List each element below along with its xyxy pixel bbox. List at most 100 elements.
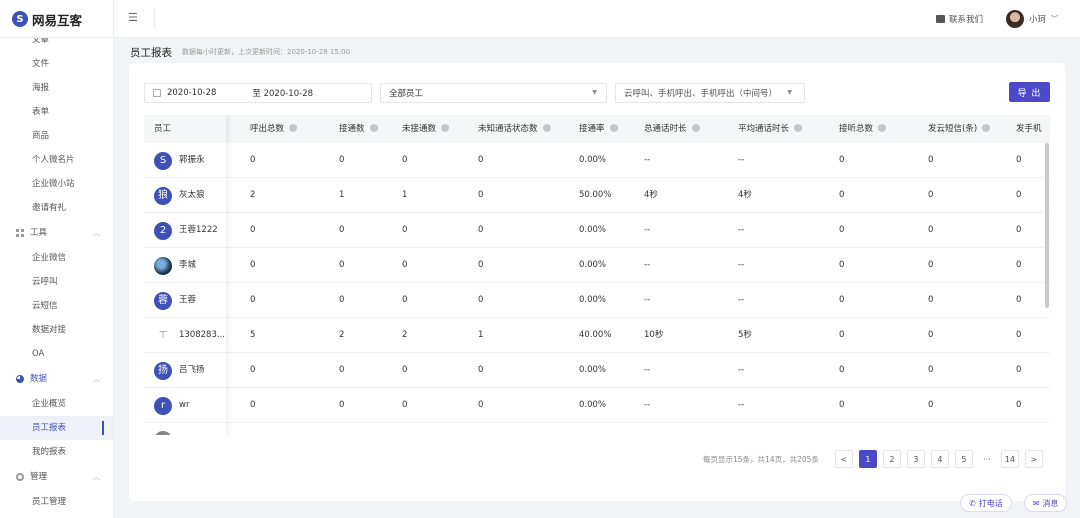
page-button-2[interactable]: 2	[882, 450, 901, 468]
help-icon[interactable]	[441, 124, 450, 132]
sidebar-item-employee-manage[interactable]: 员工管理	[0, 490, 113, 514]
table-cell: --	[644, 155, 651, 165]
help-icon[interactable]	[982, 124, 991, 132]
sidebar-item-oa[interactable]: OA	[0, 342, 113, 366]
column-header[interactable]: 发手机	[1016, 115, 1042, 143]
column-header[interactable]: 接通率	[579, 115, 618, 143]
sidebar-item-my-report[interactable]: 我的报表	[0, 440, 113, 464]
table-row[interactable]: 扬吕飞扬 0 0 0 0 0.00% -- -- 0 0 0	[144, 353, 1050, 388]
table-row[interactable]: 2 王蓉1222 0 0 0 0 0.00% -- -- 0 0 0	[144, 213, 1050, 248]
column-header[interactable]: 发云短信(条)	[928, 115, 991, 143]
sidebar-item-cloud-sms[interactable]: 云短信	[0, 294, 113, 318]
table-row[interactable]: ⊤ 1308283... 5 2 2 1 40.00% 10秒 5秒 0 0 0	[144, 318, 1050, 353]
employee-cell: S 郭振永	[154, 143, 205, 178]
sidebar-item-wecom[interactable]: 企业微信	[0, 246, 113, 270]
table-cell: 0	[839, 260, 845, 270]
sidebar-group-data[interactable]: 数据 ︿	[0, 366, 113, 392]
sidebar-item-overview[interactable]: 企业概览	[0, 392, 113, 416]
help-icon[interactable]	[542, 124, 551, 132]
sidebar-item-products[interactable]: 商品	[0, 124, 113, 148]
help-icon[interactable]	[794, 124, 803, 132]
table-cell: 0	[1016, 190, 1022, 200]
sidebar-item-forms[interactable]: 表单	[0, 100, 113, 124]
vertical-scroll-thumb[interactable]	[1045, 143, 1049, 308]
column-header[interactable]: 接听总数	[839, 115, 887, 143]
next-page-button[interactable]: >	[1024, 450, 1043, 468]
column-header[interactable]: 未接通数	[402, 115, 450, 143]
sidebar-item-cloud-call[interactable]: 云呼叫	[0, 270, 113, 294]
column-header[interactable]: 接通数	[339, 115, 378, 143]
page-button-4[interactable]: 4	[930, 450, 949, 468]
employee-cell: 蓉王蓉	[154, 283, 196, 318]
avatar: r	[154, 396, 172, 415]
table-cell: 0.00%	[579, 295, 607, 305]
call-button[interactable]: ✆ 打电话	[960, 494, 1012, 512]
column-header-label: 接通率	[579, 124, 605, 134]
date-start: 2020-10-28	[167, 88, 217, 98]
help-icon[interactable]	[369, 124, 378, 132]
pagination-summary: 每页显示15条，共14页，共205条	[703, 454, 819, 464]
prev-page-button[interactable]: <	[834, 450, 853, 468]
employee-cell: ⊤ 1308283...	[154, 318, 225, 353]
sidebar-group-manage[interactable]: 管理 ︿	[0, 464, 113, 490]
vertical-scrollbar[interactable]	[1045, 143, 1049, 435]
column-header-label: 总通话时长	[644, 124, 687, 134]
user-menu[interactable]: 小珂 ﹀	[1006, 9, 1058, 29]
message-button[interactable]: ✉ 消息	[1023, 494, 1068, 512]
phone-icon: ✆	[969, 498, 976, 508]
brand-name: 网易互客	[32, 12, 83, 28]
sidebar-menu[interactable]: 文章 文件 海报 表单 商品 个人微名片 企业微小站 邀请有礼 工具 ︿ 企业微…	[0, 38, 113, 518]
date-range-picker[interactable]: 2020-10-28 至 2020-10-28	[144, 83, 372, 103]
sidebar-group-tools[interactable]: 工具 ︿	[0, 220, 113, 246]
help-icon[interactable]	[878, 124, 887, 132]
table-cell: 0	[339, 155, 345, 165]
sidebar-item-files[interactable]: 文件	[0, 52, 113, 76]
table-row[interactable]: 李城 0 0 0 0 0.00% -- -- 0 0 0	[144, 248, 1050, 283]
help-icon[interactable]	[609, 124, 618, 132]
page-button-3[interactable]: 3	[906, 450, 925, 468]
table-cell: 0	[250, 400, 256, 410]
employee-name: 王蓉1222	[179, 225, 218, 235]
column-header[interactable]: 总通话时长	[644, 115, 700, 143]
column-header[interactable]: 平均通话时长	[738, 115, 803, 143]
pagination-ellipsis[interactable]: ···	[978, 450, 995, 468]
menu-toggle-icon[interactable]: ☰	[128, 12, 140, 24]
table-cell: 0	[928, 400, 934, 410]
table-row[interactable]: r wr 0 0 0 0 0.00% -- -- 0 0 0	[144, 388, 1050, 423]
sidebar-item-posters[interactable]: 海报	[0, 76, 113, 100]
call-type-select[interactable]: 云呼叫、手机呼出、手机呼出（中间号） ▼	[615, 83, 805, 103]
table-cell: 0	[478, 365, 484, 375]
help-icon[interactable]	[289, 124, 298, 132]
sidebar-item-business-card[interactable]: 个人微名片	[0, 148, 113, 172]
page-button-1[interactable]: 1	[858, 450, 877, 468]
sidebar-item-data-integration[interactable]: 数据对接	[0, 318, 113, 342]
calendar-icon	[153, 89, 161, 97]
employee-name: 李城	[179, 260, 197, 270]
column-header[interactable]: 未知通话状态数	[478, 115, 551, 143]
chevron-down-icon: ﹀	[1051, 15, 1059, 23]
contact-us-link[interactable]: 联系我们	[936, 12, 983, 26]
table-cell: 0	[1016, 260, 1022, 270]
employee-report-table[interactable]: 员工 呼出总数 接通数 未接通数 未知通话状态数 接通率 总通话时长 平均通话时长 接听总数 发云…	[144, 115, 1050, 435]
help-icon[interactable]	[691, 124, 700, 132]
topbar-divider	[154, 8, 155, 28]
sidebar-item-articles[interactable]: 文章	[0, 38, 113, 52]
page-button-last[interactable]: 14	[1000, 450, 1019, 468]
brand-logo[interactable]: S 网易互客	[12, 9, 82, 29]
employee-select[interactable]: 全部员工 ▼	[380, 83, 607, 103]
avatar: S	[154, 151, 172, 170]
sidebar-item-invite[interactable]: 邀请有礼	[0, 196, 113, 220]
table-cell: 0	[928, 295, 934, 305]
gear-icon	[16, 473, 24, 481]
chat-icon	[936, 15, 945, 23]
column-header[interactable]: 呼出总数	[250, 115, 298, 143]
employee-name: wr	[179, 400, 190, 410]
table-cell: 5	[250, 330, 256, 340]
table-row[interactable]: S 郭振永 0 0 0 0 0.00% -- -- 0 0 0	[144, 143, 1050, 178]
export-button[interactable]: 导 出	[1009, 82, 1050, 102]
sidebar-item-micro-site[interactable]: 企业微小站	[0, 172, 113, 196]
table-row[interactable]: 狼灰太狼 2 1 1 0 50.00% 4秒 4秒 0 0 0	[144, 178, 1050, 213]
table-row[interactable]: 蓉王蓉 0 0 0 0 0.00% -- -- 0 0 0	[144, 283, 1050, 318]
sidebar-item-employee-report[interactable]: 员工报表	[0, 416, 113, 440]
page-button-5[interactable]: 5	[954, 450, 973, 468]
